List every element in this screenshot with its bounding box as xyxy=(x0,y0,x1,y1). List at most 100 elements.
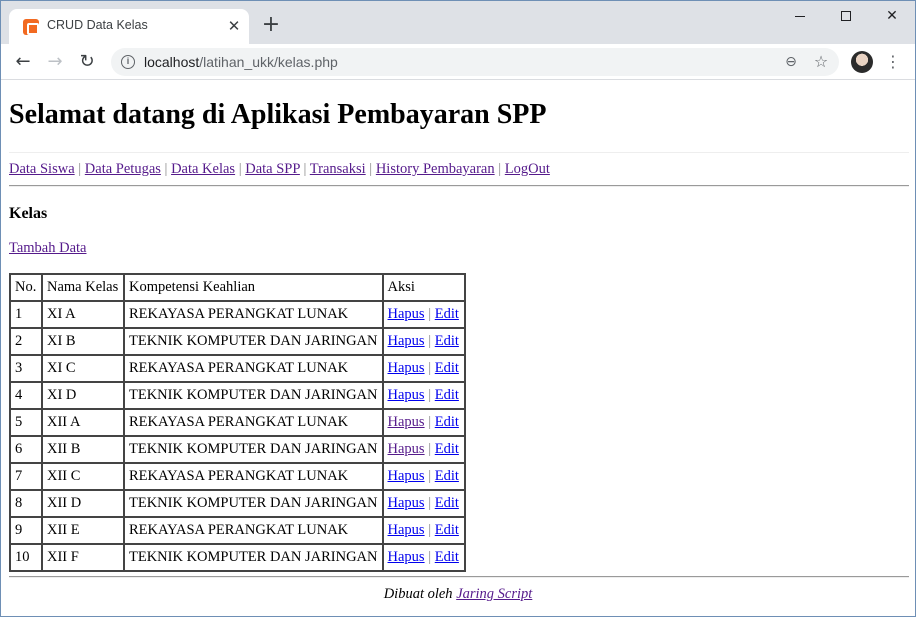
hapus-link[interactable]: Hapus xyxy=(388,522,425,538)
nav-link-data-spp[interactable]: Data SPP xyxy=(245,161,300,177)
edit-link[interactable]: Edit xyxy=(435,387,459,403)
tab-strip: CRUD Data Kelas ✕ + ✕ xyxy=(1,1,915,44)
edit-link[interactable]: Edit xyxy=(435,360,459,376)
action-separator: | xyxy=(428,360,432,376)
action-separator: | xyxy=(428,414,432,430)
cell-aksi: Hapus | Edit xyxy=(382,517,465,544)
action-separator: | xyxy=(428,441,432,457)
hapus-link[interactable]: Hapus xyxy=(388,468,425,484)
hapus-link[interactable]: Hapus xyxy=(388,414,425,430)
cell-no: 1 xyxy=(10,301,42,328)
hapus-link[interactable]: Hapus xyxy=(388,495,425,511)
column-header-no: No. xyxy=(10,274,42,301)
cell-aksi: Hapus | Edit xyxy=(382,409,465,436)
zoom-icon[interactable]: ⊖ xyxy=(781,52,801,72)
close-window-button[interactable]: ✕ xyxy=(869,1,915,31)
table-row: 5 XII A REKAYASA PERANGKAT LUNAK Hapus | Ed… xyxy=(10,409,465,436)
cell-kompetensi: REKAYASA PERANGKAT LUNAK xyxy=(124,463,383,490)
cell-no: 6 xyxy=(10,436,42,463)
maximize-icon xyxy=(841,11,851,21)
cell-nama-kelas: XII E xyxy=(42,517,124,544)
site-info-icon[interactable]: i xyxy=(121,55,135,69)
cell-aksi: Hapus | Edit xyxy=(382,490,465,517)
hapus-link[interactable]: Hapus xyxy=(388,549,425,565)
url-path: /latihan_ukk/kelas.php xyxy=(199,54,338,70)
tab-close-icon[interactable]: ✕ xyxy=(225,17,243,35)
table-row: 3 XI C REKAYASA PERANGKAT LUNAK Hapus | Edi… xyxy=(10,355,465,382)
edit-link[interactable]: Edit xyxy=(435,549,459,565)
main-nav: Data Siswa | Data Petugas | Data Kelas |… xyxy=(9,161,550,178)
url-text[interactable]: localhost/latihan_ukk/kelas.php xyxy=(144,54,338,70)
minimize-icon xyxy=(795,16,805,17)
back-arrow-icon[interactable]: ← xyxy=(9,48,37,76)
cell-aksi: Hapus | Edit xyxy=(382,328,465,355)
nav-link-data-siswa[interactable]: Data Siswa xyxy=(9,161,75,177)
cell-kompetensi: TEKNIK KOMPUTER DAN JARINGAN xyxy=(124,382,383,409)
cell-nama-kelas: XII A xyxy=(42,409,124,436)
page-content: Selamat datang di Aplikasi Pembayaran SP… xyxy=(1,81,915,616)
footer-link[interactable]: Jaring Script xyxy=(456,586,532,602)
edit-link[interactable]: Edit xyxy=(435,468,459,484)
reload-icon[interactable]: ↻ xyxy=(73,48,101,76)
table-row: 10 XII F TEKNIK KOMPUTER DAN JARINGAN Hapus… xyxy=(10,544,465,571)
table-row: 9 XII E REKAYASA PERANGKAT LUNAK Hapus | Ed… xyxy=(10,517,465,544)
cell-kompetensi: REKAYASA PERANGKAT LUNAK xyxy=(124,517,383,544)
edit-link[interactable]: Edit xyxy=(435,306,459,322)
cell-no: 2 xyxy=(10,328,42,355)
hapus-link[interactable]: Hapus xyxy=(388,306,425,322)
cell-nama-kelas: XII C xyxy=(42,463,124,490)
table-header-row: No. Nama Kelas Kompetensi Keahlian Aksi xyxy=(10,274,465,301)
hapus-link[interactable]: Hapus xyxy=(388,360,425,376)
cell-no: 9 xyxy=(10,517,42,544)
cell-no: 5 xyxy=(10,409,42,436)
nav-link-logout[interactable]: LogOut xyxy=(505,161,550,177)
new-tab-icon[interactable]: + xyxy=(259,13,283,37)
cell-no: 8 xyxy=(10,490,42,517)
footer-text: Dibuat oleh xyxy=(383,586,453,602)
nav-separator: | xyxy=(303,161,307,177)
address-bar[interactable]: i localhost/latihan_ukk/kelas.php ⊖ ☆ xyxy=(111,48,839,76)
cell-aksi: Hapus | Edit xyxy=(382,355,465,382)
add-data-link[interactable]: Tambah Data xyxy=(9,240,87,257)
nav-divider xyxy=(9,185,909,187)
maximize-button[interactable] xyxy=(823,1,869,31)
bookmark-star-icon[interactable]: ☆ xyxy=(811,52,831,72)
cell-aksi: Hapus | Edit xyxy=(382,463,465,490)
nav-link-data-kelas[interactable]: Data Kelas xyxy=(171,161,235,177)
hapus-link[interactable]: Hapus xyxy=(388,333,425,349)
nav-separator: | xyxy=(164,161,168,177)
action-separator: | xyxy=(428,333,432,349)
cell-kompetensi: REKAYASA PERANGKAT LUNAK xyxy=(124,301,383,328)
nav-separator: | xyxy=(498,161,502,177)
tab-title: CRUD Data Kelas xyxy=(47,18,148,32)
action-separator: | xyxy=(428,387,432,403)
edit-link[interactable]: Edit xyxy=(435,414,459,430)
edit-link[interactable]: Edit xyxy=(435,522,459,538)
forward-arrow-icon[interactable]: → xyxy=(41,48,69,76)
cell-kompetensi: TEKNIK KOMPUTER DAN JARINGAN xyxy=(124,328,383,355)
edit-link[interactable]: Edit xyxy=(435,495,459,511)
minimize-button[interactable] xyxy=(777,1,823,31)
nav-link-data-petugas[interactable]: Data Petugas xyxy=(85,161,161,177)
title-divider xyxy=(9,152,909,153)
cell-kompetensi: TEKNIK KOMPUTER DAN JARINGAN xyxy=(124,544,383,571)
tab-active[interactable]: CRUD Data Kelas ✕ xyxy=(9,9,249,44)
cell-nama-kelas: XII D xyxy=(42,490,124,517)
cell-no: 4 xyxy=(10,382,42,409)
hapus-link[interactable]: Hapus xyxy=(388,387,425,403)
cell-no: 7 xyxy=(10,463,42,490)
cell-nama-kelas: XI A xyxy=(42,301,124,328)
edit-link[interactable]: Edit xyxy=(435,441,459,457)
nav-link-transaksi[interactable]: Transaksi xyxy=(310,161,366,177)
profile-avatar[interactable] xyxy=(851,51,873,73)
edit-link[interactable]: Edit xyxy=(435,333,459,349)
table-row: 7 XII C REKAYASA PERANGKAT LUNAK Hapus | Ed… xyxy=(10,463,465,490)
table-row: 8 XII D TEKNIK KOMPUTER DAN JARINGAN Hapus … xyxy=(10,490,465,517)
nav-separator: | xyxy=(369,161,373,177)
footer-divider xyxy=(9,576,909,578)
kebab-menu-icon[interactable]: ⋮ xyxy=(883,48,903,76)
hapus-link[interactable]: Hapus xyxy=(388,441,425,457)
cell-kompetensi: REKAYASA PERANGKAT LUNAK xyxy=(124,355,383,382)
nav-link-history-pembayaran[interactable]: History Pembayaran xyxy=(376,161,495,177)
url-host: localhost xyxy=(144,54,200,70)
